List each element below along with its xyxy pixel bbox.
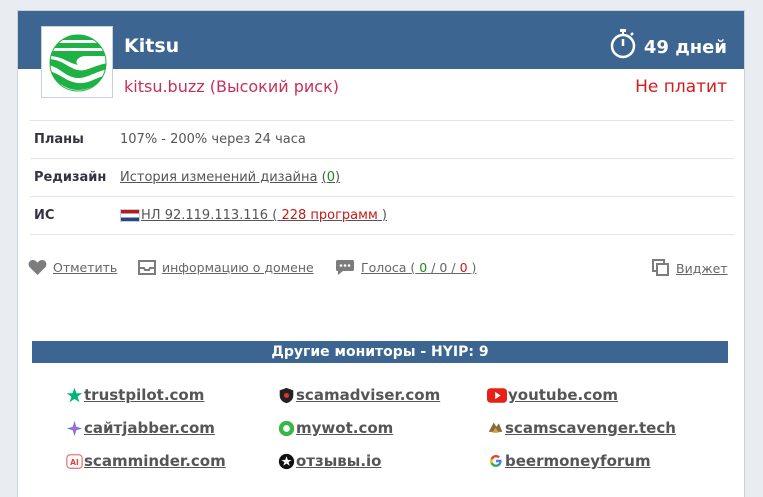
google-icon: [487, 453, 504, 470]
sitejabber-icon: [66, 420, 83, 437]
site-name[interactable]: Kitsu: [124, 35, 179, 57]
site-domain-risk[interactable]: kitsu.buzz (Высокий риск): [124, 77, 339, 96]
votes-separator-2: /: [451, 260, 456, 275]
ip-programs-close: ): [381, 208, 387, 223]
monitor-trustpilot[interactable]: trustpilot.com: [66, 386, 204, 404]
plans-value: 107% - 200% через 24 часа: [120, 132, 306, 147]
otzyvy-star-icon: [278, 453, 295, 470]
ip-address: 92.119.113.116: [164, 208, 269, 223]
monitor-scamscavenger[interactable]: scamscavenger.tech: [487, 419, 676, 437]
monitor-youtube[interactable]: youtube.com: [487, 386, 618, 404]
votes-close: ): [471, 260, 477, 275]
monitor-sitejabber[interactable]: сайтjabber.com: [66, 419, 215, 437]
monitor-label: scamscavenger.tech: [505, 419, 676, 437]
mark-label: Отметить: [53, 260, 118, 275]
scamminder-icon: AI: [66, 453, 83, 470]
trustpilot-star-icon: [66, 387, 83, 404]
monitor-label: trustpilot.com: [84, 386, 205, 404]
rows-divider: [30, 234, 734, 235]
domain-info-action[interactable]: информацию о домене: [138, 259, 314, 275]
mark-action[interactable]: Отметить: [28, 259, 117, 276]
action-bar: Отметить информацию о домене Голоса ( 0 …: [28, 259, 728, 279]
votes-label: Голоса (: [361, 260, 416, 275]
scamscavenger-icon: [487, 420, 504, 437]
copy-widget-icon: [652, 259, 669, 276]
ip-label: ИС: [34, 208, 55, 223]
ip-programs-open: (: [272, 208, 278, 223]
ip-link[interactable]: НЛ 92.119.113.116 ( 228 программ ): [141, 208, 387, 223]
days-online: 49 дней: [610, 29, 727, 59]
plans-label: Планы: [34, 132, 84, 147]
redesign-row: Редизайн История изменений дизайна (0): [30, 158, 734, 196]
monitor-label: youtube.com: [508, 386, 619, 404]
monitor-label: scamminder.com: [84, 452, 226, 470]
site-logo[interactable]: [41, 26, 113, 98]
heart-icon: [28, 259, 47, 276]
widget-label: Виджет: [676, 260, 728, 276]
votes-neutral: 0: [439, 260, 448, 275]
ip-row: ИС НЛ 92.119.113.116 ( 228 программ ): [30, 196, 734, 234]
monitor-beermoneyforum[interactable]: beermoneyforum: [487, 452, 651, 470]
monitor-scamadviser[interactable]: scamadviser.com: [278, 386, 440, 404]
votes-action[interactable]: Голоса ( 0 / 0 / 0 ): [335, 259, 476, 276]
monitor-label: mywot.com: [296, 419, 394, 437]
stopwatch-icon: [610, 29, 636, 59]
monitor-scamminder[interactable]: AI scamminder.com: [66, 452, 226, 470]
youtube-icon: [487, 387, 507, 404]
kitsu-logo-icon: [49, 34, 107, 92]
other-monitors-title: Другие мониторы - HYIP: 9: [32, 341, 728, 363]
redesign-count: 0: [326, 170, 335, 185]
monitor-label: beermoneyforum: [505, 452, 651, 470]
inbox-icon: [138, 260, 156, 275]
votes-negative: 0: [459, 260, 468, 275]
monitor-label: отзывы.io: [296, 452, 382, 470]
days-count: 49 дней: [643, 36, 727, 58]
monitor-label: scamadviser.com: [296, 386, 441, 404]
votes-positive: 0: [419, 260, 428, 275]
monitor-label: сайтjabber.com: [84, 419, 215, 437]
ip-programs-count: 228 программ: [281, 208, 378, 223]
netherlands-flag-icon: [120, 209, 140, 222]
votes-separator-1: /: [431, 260, 436, 275]
redesign-count-link[interactable]: (0): [322, 170, 340, 185]
mywot-icon: [278, 420, 295, 437]
pay-status: Не платит: [635, 77, 727, 97]
redesign-count-close: ): [334, 170, 341, 185]
speech-bubble-icon: [336, 260, 354, 275]
project-card: Kitsu 49 дней kitsu.buzz (Высокий риск) …: [17, 10, 745, 497]
monitor-mywot[interactable]: mywot.com: [278, 419, 393, 437]
redesign-label: Редизайн: [34, 170, 107, 185]
scamadviser-shield-icon: [278, 387, 295, 404]
card-header: Kitsu 49 дней: [18, 11, 744, 69]
monitor-otzyvy[interactable]: отзывы.io: [278, 452, 381, 470]
svg-text:AI: AI: [70, 457, 79, 466]
widget-action[interactable]: Виджет: [652, 259, 728, 277]
ip-country: НЛ: [141, 208, 161, 223]
redesign-history-link[interactable]: История изменений дизайна: [120, 170, 317, 185]
domain-info-label: информацию о домене: [162, 259, 314, 275]
plans-row: Планы 107% - 200% через 24 часа: [30, 120, 734, 158]
